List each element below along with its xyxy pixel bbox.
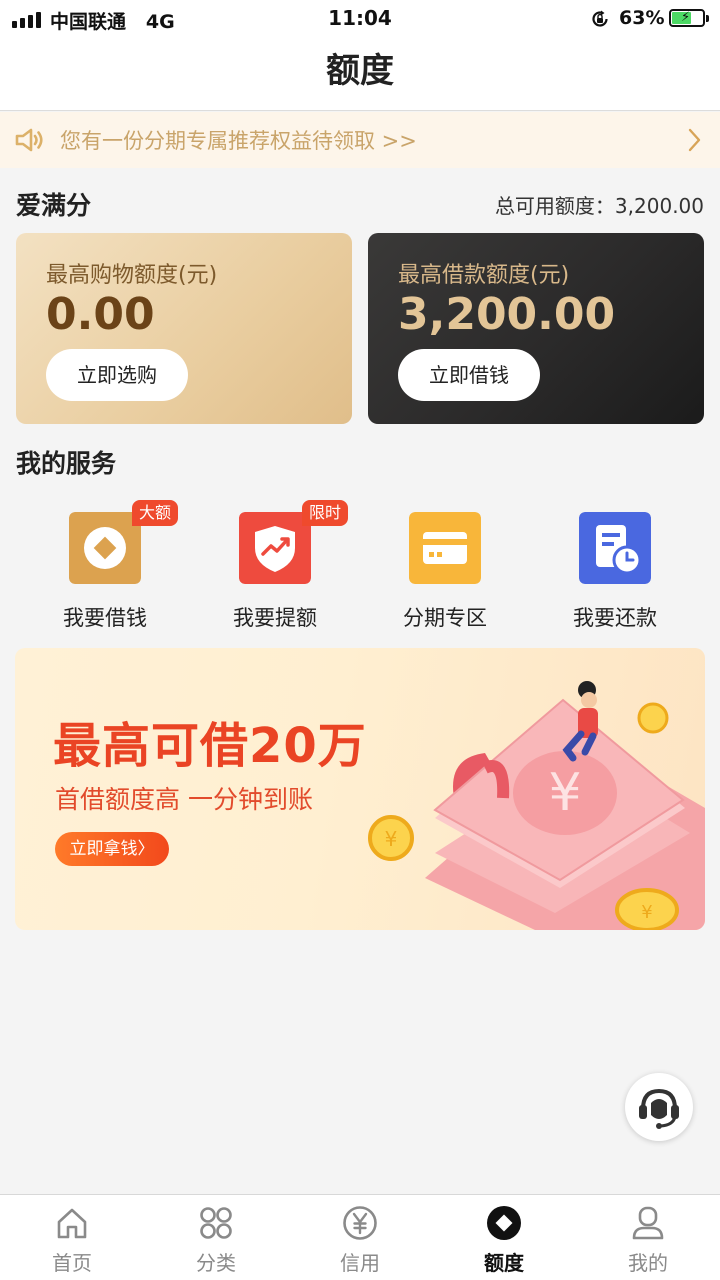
tab-category[interactable]: 分类	[144, 1195, 288, 1280]
service-raise-limit[interactable]: 限时 我要提额	[190, 500, 360, 640]
shield-trend-icon	[239, 512, 311, 584]
tab-label: 信用	[340, 1251, 380, 1275]
speaker-icon	[15, 128, 43, 152]
chevron-right-icon[interactable]	[688, 128, 702, 152]
service-label: 分期专区	[403, 606, 487, 630]
card-icon	[409, 512, 481, 584]
status-bar: 中国联通 4G 11:04 63% ⚡	[0, 0, 720, 38]
service-installment-zone[interactable]: 分期专区	[360, 500, 530, 640]
clock: 11:04	[328, 6, 392, 30]
shopping-quota-card[interactable]: 最高购物额度(元) 0.00 立即选购	[16, 233, 352, 424]
tab-label: 首页	[52, 1251, 92, 1275]
shop-now-button[interactable]: 立即选购	[46, 349, 188, 401]
loan-quota-label: 最高借款额度(元)	[398, 263, 570, 288]
money-stack-illustration: ¥ ¥ ¥	[368, 681, 705, 930]
nav-bar: 额度	[0, 38, 720, 111]
page-title: 额度	[326, 51, 394, 91]
promo-banner[interactable]: 最高可借20万 首借额度高 一分钟到账 立即拿钱〉 ¥ ¥ ¥	[15, 648, 705, 930]
tab-home[interactable]: 首页	[0, 1195, 144, 1280]
bill-clock-icon	[579, 512, 651, 584]
shopping-quota-amount: 0.00	[46, 289, 155, 340]
battery-percent: 63%	[619, 7, 665, 29]
services-section-title: 我的服务	[16, 449, 117, 478]
total-available-quota: 总可用额度：3,200.00	[494, 194, 704, 218]
battery-icon: ⚡	[669, 9, 709, 27]
person-icon	[632, 1206, 664, 1240]
badge-large-amount: 大额	[132, 500, 179, 526]
service-repay[interactable]: 我要还款	[530, 500, 700, 640]
badge-limited-time: 限时	[302, 500, 349, 526]
tab-label: 我的	[628, 1251, 668, 1275]
credit-score-label: 爱满分	[16, 191, 92, 220]
customer-service-icon	[639, 1088, 679, 1129]
svg-text:¥: ¥	[641, 902, 652, 923]
bottom-tab-bar: 首页 分类 信用 额度 我的	[0, 1194, 720, 1280]
notice-text: 您有一份分期专属推荐权益待领取 >>	[60, 129, 417, 153]
promo-notice-bar[interactable]: 您有一份分期专属推荐权益待领取 >>	[0, 112, 720, 168]
shopping-quota-label: 最高购物额度(元)	[46, 263, 218, 288]
grid-icon	[200, 1207, 232, 1239]
yen-circle-icon	[343, 1206, 377, 1240]
service-label: 我要还款	[573, 606, 657, 630]
customer-service-button[interactable]	[625, 1073, 693, 1141]
get-money-button[interactable]: 立即拿钱〉	[55, 832, 169, 866]
tab-mine[interactable]: 我的	[576, 1195, 720, 1280]
diamond-circle-icon	[487, 1206, 521, 1240]
service-borrow[interactable]: 大额 我要借钱	[20, 500, 190, 640]
tab-label: 额度	[484, 1251, 524, 1275]
tab-credit[interactable]: 信用	[288, 1195, 432, 1280]
svg-text:¥: ¥	[548, 763, 581, 823]
loan-quota-amount: 3,200.00	[398, 289, 616, 340]
service-label: 我要提额	[233, 606, 317, 630]
banner-headline: 最高可借20万	[53, 718, 367, 774]
coin-diamond-icon	[69, 512, 141, 584]
chevron-right-icon: 〉	[137, 839, 155, 859]
banner-subline: 首借额度高 一分钟到账	[55, 785, 313, 814]
tab-label: 分类	[196, 1251, 236, 1275]
service-label: 我要借钱	[63, 606, 147, 630]
tab-quota[interactable]: 额度	[432, 1195, 576, 1280]
rotation-lock-icon	[592, 10, 608, 27]
borrow-now-button[interactable]: 立即借钱	[398, 349, 540, 401]
home-icon	[57, 1208, 87, 1239]
svg-text:¥: ¥	[385, 827, 398, 851]
loan-quota-card[interactable]: 最高借款额度(元) 3,200.00 立即借钱	[368, 233, 704, 424]
